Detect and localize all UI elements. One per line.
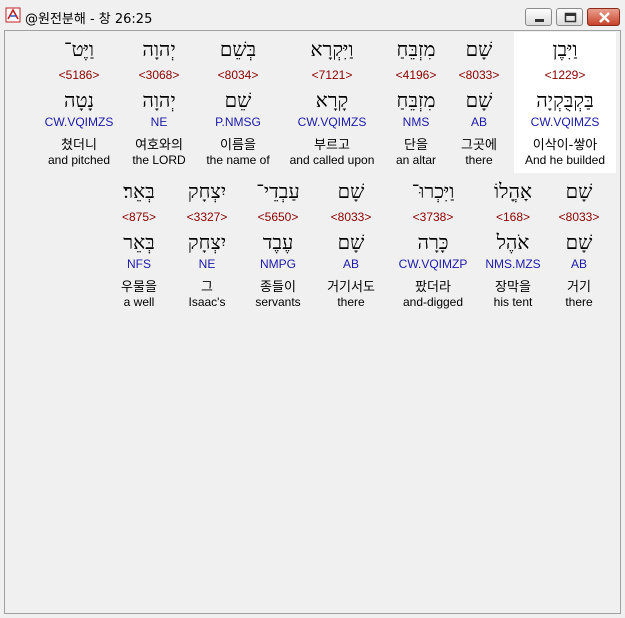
morphology-code: CW.VQIMZS (297, 115, 367, 129)
hebrew-word: וַיִּכְרוּ־ (411, 179, 455, 203)
strong-number: <3738> (412, 210, 454, 224)
strong-number: <4196> (395, 68, 437, 82)
english-gloss: his tent (493, 295, 533, 309)
morphology-code: P.NMSG (215, 115, 261, 129)
strong-number: <168> (495, 210, 531, 224)
korean-gloss: 팠더라 (415, 280, 451, 295)
korean-gloss: 이름을 (220, 138, 256, 153)
hebrew-word: וַיִּקְרָא (310, 37, 354, 61)
strong-number: <7121> (311, 68, 353, 82)
korean-gloss: 단을 (404, 138, 428, 153)
hebrew-word: וַיֶּט־ (63, 37, 95, 61)
maximize-icon (564, 12, 577, 23)
english-gloss: And he builded (524, 153, 606, 167)
strong-number: <3068> (138, 68, 180, 82)
minimize-button[interactable] (525, 8, 552, 26)
hebrew-root: כָּרָה (417, 230, 449, 254)
morphology-code: NE (150, 115, 168, 129)
strong-number: <5186> (58, 68, 100, 82)
hebrew-root: בַּקְבֻּקְיָה (536, 88, 594, 112)
hebrew-word: בְּשֵׁם (219, 37, 257, 61)
korean-gloss: 쳤더니 (61, 138, 97, 153)
strong-number: <1229> (544, 68, 586, 82)
close-icon (599, 12, 610, 23)
english-gloss: the LORD (132, 153, 186, 167)
hebrew-word: וַיִּבֶן (552, 37, 578, 61)
hebrew-root: אֹהֶל (496, 230, 530, 254)
korean-gloss: 우물을 (121, 280, 157, 295)
hebrew-root: קָרָא (315, 88, 349, 112)
maximize-button[interactable] (556, 8, 583, 26)
strong-number: <8034> (217, 68, 259, 82)
english-gloss: a well (123, 295, 155, 309)
hebrew-word: מִזְבֵּחַ (396, 37, 436, 61)
hebrew-root: שֵׁם (224, 88, 252, 112)
minimize-icon (535, 19, 544, 22)
korean-gloss: 부르고 (314, 138, 350, 153)
analysis-panel[interactable]: וַיִּבֶן <1229> בַּקְבֻּקְיָה CW.VQIMZS … (4, 30, 621, 614)
app-logo-icon (5, 7, 21, 23)
morphology-code: NFS (127, 257, 151, 271)
hebrew-word: בְּאֵר׃ (123, 179, 155, 203)
hebrew-root: יְהוָה (142, 88, 176, 112)
morphology-code: CW.VQIMZS (530, 115, 600, 129)
morphology-code: NMS (402, 115, 430, 129)
korean-gloss: 여호와의 (135, 138, 183, 153)
hebrew-word: יְהוָה (142, 37, 176, 61)
hebrew-root: נָטָה (63, 88, 95, 112)
title-bar[interactable]: @원전분해 - 창 26:25 (0, 0, 625, 30)
english-gloss: and pitched (47, 153, 111, 167)
hebrew-root: מִזְבֵּחַ (396, 88, 436, 112)
korean-gloss: 이삭이-쌓아 (532, 138, 598, 153)
morphology-code: CW.VQIMZP (398, 257, 468, 271)
korean-gloss: 장막을 (495, 280, 531, 295)
hebrew-root: בְּאֵר (123, 230, 155, 254)
close-button[interactable] (587, 8, 620, 26)
app-window: @원전분해 - 창 26:25 וַיִּבֶן <1229> בַּקְבֻּ… (0, 0, 625, 618)
strong-number: <875> (121, 210, 157, 224)
english-gloss: and called upon (289, 153, 375, 167)
morphology-code: NMS.MZS (485, 257, 541, 271)
hebrew-word: אָהֳלוֹ (494, 179, 532, 203)
window-title: @원전분해 - 창 26:25 (25, 12, 153, 27)
morphology-code: CW.VQIMZS (44, 115, 114, 129)
english-gloss: and-digged (402, 295, 464, 309)
english-gloss: an altar (395, 153, 437, 167)
english-gloss: the name of (206, 153, 270, 167)
